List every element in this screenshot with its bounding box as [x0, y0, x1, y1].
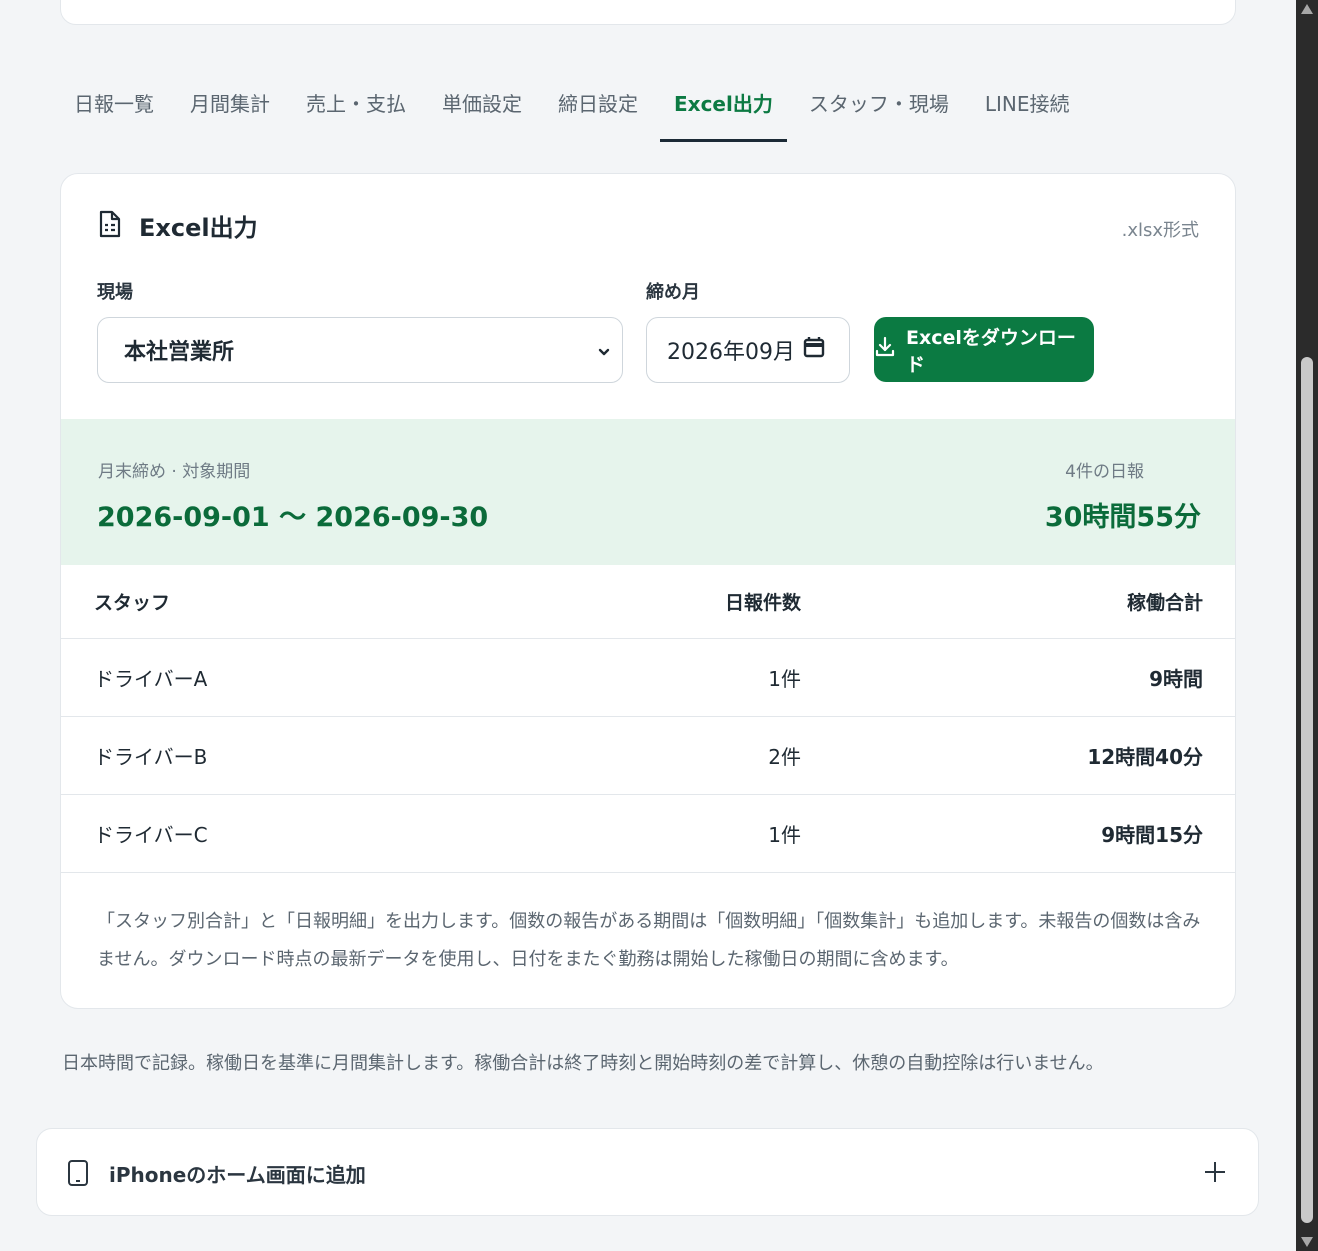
site-select-value: 本社営業所: [124, 340, 235, 365]
add-to-home-label: iPhoneのホーム画面に追加: [109, 1163, 366, 1187]
table-header-row: スタッフ 日報件数 稼働合計: [61, 565, 1235, 639]
card-header: Excel出力: [97, 208, 258, 243]
previous-card: [60, 0, 1236, 25]
month-input-value: 2026年09月: [667, 340, 795, 365]
month-label: 締め月: [646, 282, 700, 303]
phone-icon: [67, 1159, 89, 1191]
chevron-down-icon: [592, 340, 616, 370]
tab-unit-price[interactable]: 単価設定: [428, 82, 536, 142]
period-value: 2026-09-01 〜 2026-09-30: [97, 502, 489, 533]
report-count-label: 4件の日報: [1065, 462, 1144, 482]
tab-staff-sites[interactable]: スタッフ・現場: [795, 82, 963, 142]
plus-icon[interactable]: [1202, 1159, 1228, 1189]
scrollbar-thumb[interactable]: [1301, 357, 1313, 1223]
total-hours-value: 30時間55分: [1044, 502, 1201, 533]
vertical-scrollbar[interactable]: [1296, 0, 1318, 1251]
scroll-down-icon[interactable]: [1301, 1237, 1313, 1247]
format-label: .xlsx形式: [1121, 220, 1199, 241]
download-excel-button[interactable]: Excelをダウンロード: [874, 317, 1094, 382]
report-count: 1件: [501, 638, 801, 717]
report-count: 2件: [501, 716, 801, 795]
work-total: 9時間: [801, 638, 1235, 717]
staff-name: ドライバーB: [61, 716, 501, 795]
col-header-count: 日報件数: [501, 565, 801, 639]
col-header-total: 稼働合計: [801, 565, 1235, 639]
tab-line-connect[interactable]: LINE接続: [971, 82, 1084, 142]
table-row: ドライバーC 1件 9時間15分: [61, 794, 1235, 873]
site-select[interactable]: 本社営業所: [97, 317, 623, 383]
document-icon: [97, 210, 123, 242]
period-summary: 月末締め · 対象期間 2026-09-01 〜 2026-09-30 4件の日…: [61, 419, 1235, 565]
staff-name: ドライバーC: [61, 794, 501, 873]
export-note: 「スタッフ別合計」と「日報明細」を出力します。個数の報告がある期間は「個数明細」…: [97, 911, 1201, 970]
table-row: ドライバーA 1件 9時間: [61, 638, 1235, 717]
footnote: 日本時間で記録。稼働日を基準に月間集計します。稼働合計は終了時刻と開始時刻の差で…: [62, 1053, 1104, 1074]
tab-closing-day[interactable]: 締日設定: [544, 82, 652, 142]
work-total: 9時間15分: [801, 794, 1235, 873]
staff-table: スタッフ 日報件数 稼働合計 ドライバーA 1件 9時間 ドライバーB 2件 1…: [61, 565, 1235, 873]
period-label: 月末締め · 対象期間: [98, 462, 251, 482]
tab-bar: 日報一覧 月間集計 売上・支払 単価設定 締日設定 Excel出力 スタッフ・現…: [60, 82, 1236, 142]
add-to-home-panel[interactable]: iPhoneのホーム画面に追加: [36, 1128, 1259, 1216]
card-title: Excel出力: [139, 214, 258, 242]
report-count: 1件: [501, 794, 801, 873]
calendar-icon[interactable]: [803, 336, 825, 364]
tab-sales-payments[interactable]: 売上・支払: [292, 82, 420, 142]
work-total: 12時間40分: [801, 716, 1235, 795]
download-icon: [874, 336, 896, 363]
site-label: 現場: [97, 282, 133, 303]
col-header-staff: スタッフ: [61, 565, 501, 639]
table-row: ドライバーB 2件 12時間40分: [61, 716, 1235, 795]
tab-monthly-summary[interactable]: 月間集計: [176, 82, 284, 142]
download-button-label: Excelをダウンロード: [906, 326, 1076, 376]
tab-daily-reports[interactable]: 日報一覧: [60, 82, 168, 142]
month-input[interactable]: 2026年09月: [646, 317, 850, 383]
tab-excel-export[interactable]: Excel出力: [660, 82, 787, 142]
excel-export-card: Excel出力 .xlsx形式 現場 締め月 本社営業所 2026年09月 Ex…: [60, 173, 1236, 1009]
scroll-up-icon[interactable]: [1301, 4, 1313, 14]
staff-name: ドライバーA: [61, 638, 501, 717]
